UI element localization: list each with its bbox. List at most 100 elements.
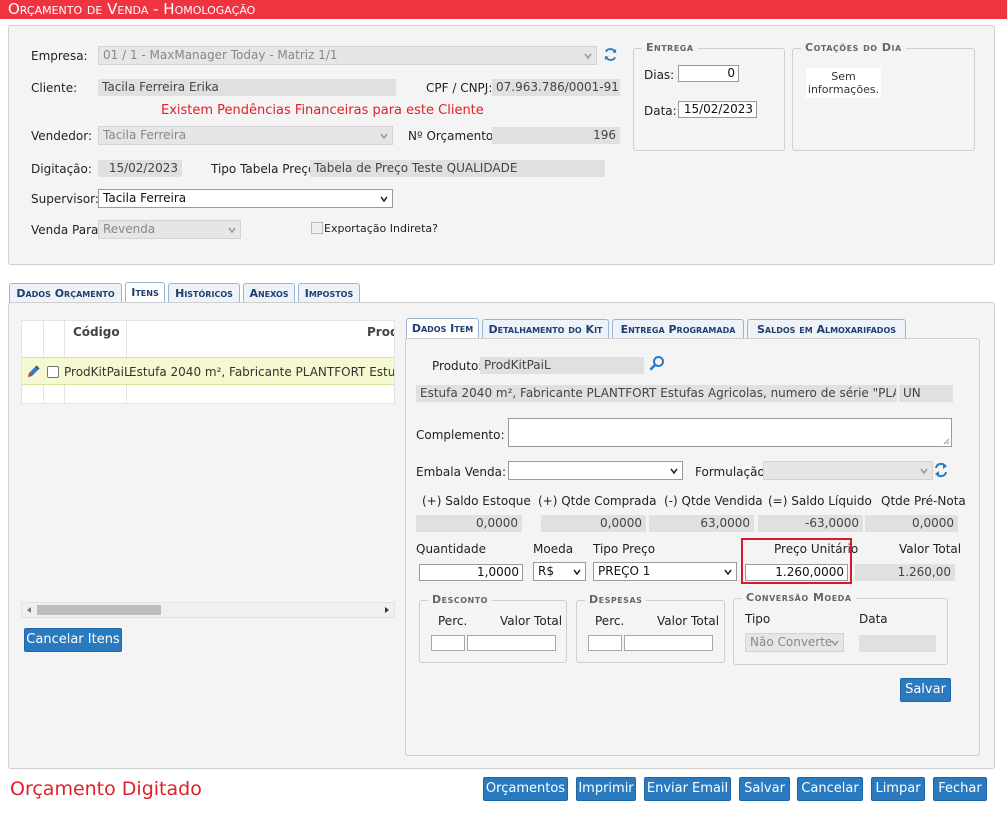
chevron-down-icon [584, 53, 592, 60]
data-entrega-label: Data: [644, 104, 677, 118]
desconto-legend: Desconto [428, 593, 492, 606]
saldo-estoque-field: 0,0000 [416, 515, 522, 532]
valor-total-label: Valor Total [899, 542, 962, 556]
desconto-perc-input[interactable] [431, 635, 465, 651]
complemento-textarea[interactable] [508, 418, 952, 447]
refresh-icon[interactable] [603, 47, 618, 62]
venda-para-select[interactable]: Revenda [98, 220, 241, 239]
tab-itens[interactable]: Itens [125, 282, 165, 303]
salvar-button[interactable]: Salvar [739, 777, 790, 801]
orcamento-label: Nº Orçamento: [408, 129, 498, 143]
tipo-tabela-field: Tabela de Preço Teste QUALIDADE [310, 160, 605, 177]
moeda-label: Moeda [533, 542, 574, 556]
swap-arrows-icon[interactable] [934, 462, 948, 478]
dias-label: Dias: [644, 68, 675, 82]
despesas-perc-input[interactable] [588, 635, 622, 651]
tab-impostos[interactable]: Impostos [298, 283, 360, 303]
limpar-button[interactable]: Limpar [871, 777, 925, 801]
digitacao-label: Digitação: [31, 162, 92, 176]
orcamentos-button[interactable]: Orçamentos [483, 777, 568, 801]
despesas-perc-label: Perc. [595, 614, 625, 628]
empresa-label: Empresa: [31, 49, 88, 63]
saldo-liquido-field: -63,0000 [758, 515, 863, 532]
edit-pencil-icon[interactable] [25, 364, 41, 380]
exportacao-label: Exportação Indireta? [324, 222, 438, 235]
tab-dados-item[interactable]: Dados Item [406, 318, 479, 339]
qtde-vendida-label: (-) Qtde Vendida [664, 494, 763, 508]
tab-saldos-almoxarifados[interactable]: Saldos em Almoxarifados [747, 319, 906, 339]
enviar-email-button[interactable]: Enviar Email [644, 777, 731, 801]
cotacoes-message: Sem informações. [806, 68, 881, 98]
chevron-down-icon [670, 468, 678, 475]
digitacao-field: 15/02/2023 [98, 160, 182, 177]
conversao-data-label: Data [859, 612, 888, 626]
saldo-liquido-label: (=) Saldo Líquido [768, 494, 872, 508]
embala-select[interactable] [508, 461, 683, 480]
data-entrega-input[interactable]: 15/02/2023 [678, 101, 757, 118]
tab-entrega-programada[interactable]: Entrega Programada [612, 319, 744, 339]
scroll-right-icon[interactable] [383, 606, 391, 614]
financial-warning: Existem Pendências Financeiras para este… [161, 103, 484, 118]
chevron-down-icon [380, 196, 388, 203]
desconto-valor-label: Valor Total [500, 614, 563, 628]
cliente-field: Tacila Ferreira Erika [98, 79, 396, 96]
cancelar-itens-button[interactable]: Cancelar Itens [24, 628, 122, 652]
conversao-tipo-select[interactable]: Não Converte [745, 633, 844, 652]
moeda-select[interactable]: R$ [533, 562, 586, 581]
column-header-produto[interactable]: Produ [367, 325, 394, 339]
entrega-fieldset: Entrega [633, 41, 785, 151]
despesas-legend: Despesas [585, 593, 647, 606]
preco-unitario-input[interactable]: 1.260,0000 [745, 564, 848, 581]
formulacao-select[interactable] [763, 461, 933, 480]
desconto-fieldset: Desconto [419, 593, 567, 663]
fechar-button[interactable]: Fechar [933, 777, 987, 801]
resize-handle-icon[interactable] [943, 438, 950, 445]
descricao-field: Estufa 2040 m², Fabricante PLANTFORT Est… [416, 385, 897, 402]
desconto-perc-label: Perc. [438, 614, 468, 628]
saldo-estoque-label: (+) Saldo Estoque [422, 494, 531, 508]
cotacoes-legend: Cotações do Dia [801, 41, 906, 54]
produto-label: Produto: [432, 359, 483, 373]
qtde-vendida-field: 63,0000 [649, 515, 754, 532]
tab-historicos[interactable]: Históricos [168, 283, 240, 303]
cpf-field: 07.963.786/0001-91 [492, 79, 620, 96]
supervisor-value: Tacila Ferreira [103, 191, 187, 205]
cancelar-button[interactable]: Cancelar [797, 777, 863, 801]
grid-horizontal-scrollbar[interactable] [21, 602, 395, 618]
scrollbar-thumb[interactable] [37, 605, 161, 615]
row-checkbox[interactable] [47, 366, 59, 378]
supervisor-select[interactable]: Tacila Ferreira [98, 189, 393, 208]
column-header-codigo[interactable]: Código [73, 325, 120, 339]
despesas-valor-input[interactable] [624, 635, 713, 651]
tipo-tabela-label: Tipo Tabela Preço: [211, 162, 320, 176]
qtde-prenota-label: Qtde Pré-Nota [881, 494, 966, 508]
table-row[interactable]: ProdKitPaiL Estufa 2040 m², Fabricante P… [22, 357, 394, 385]
salvar-item-button[interactable]: Salvar [900, 678, 951, 702]
empresa-select[interactable]: 01 / 1 - MaxManager Today - Matriz 1/1 [98, 46, 597, 65]
imprimir-button[interactable]: Imprimir [576, 777, 636, 801]
chevron-down-icon [573, 569, 581, 576]
tab-anexos[interactable]: Anexos [243, 283, 295, 303]
chevron-down-icon [920, 468, 928, 475]
qtde-comprada-field: 0,0000 [541, 515, 646, 532]
dias-input[interactable]: 0 [678, 65, 739, 82]
vendedor-select[interactable]: Tacila Ferreira [98, 126, 393, 145]
vendedor-label: Vendedor: [31, 129, 92, 143]
chevron-down-icon [724, 569, 732, 576]
tab-detalhamento-kit[interactable]: Detalhamento do Kit [482, 319, 609, 339]
quantidade-input[interactable]: 1,0000 [419, 564, 523, 581]
desconto-valor-input[interactable] [467, 635, 556, 651]
conversao-tipo-label: Tipo [745, 612, 771, 626]
search-icon[interactable] [649, 355, 665, 371]
tipo-preco-select[interactable]: PREÇO 1 [593, 562, 737, 581]
conversao-data-field [859, 635, 936, 652]
conversao-legend: Conversão Moeda [742, 591, 856, 604]
moeda-value: R$ [538, 564, 554, 578]
venda-para-value: Revenda [103, 222, 156, 236]
tab-dados-orcamento[interactable]: Dados Orçamento [9, 283, 122, 303]
qtde-prenota-field: 0,0000 [865, 515, 958, 532]
vendedor-value: Tacila Ferreira [103, 128, 187, 142]
chevron-down-icon [380, 133, 388, 140]
exportacao-checkbox[interactable] [311, 222, 323, 234]
scroll-left-icon[interactable] [25, 606, 33, 614]
